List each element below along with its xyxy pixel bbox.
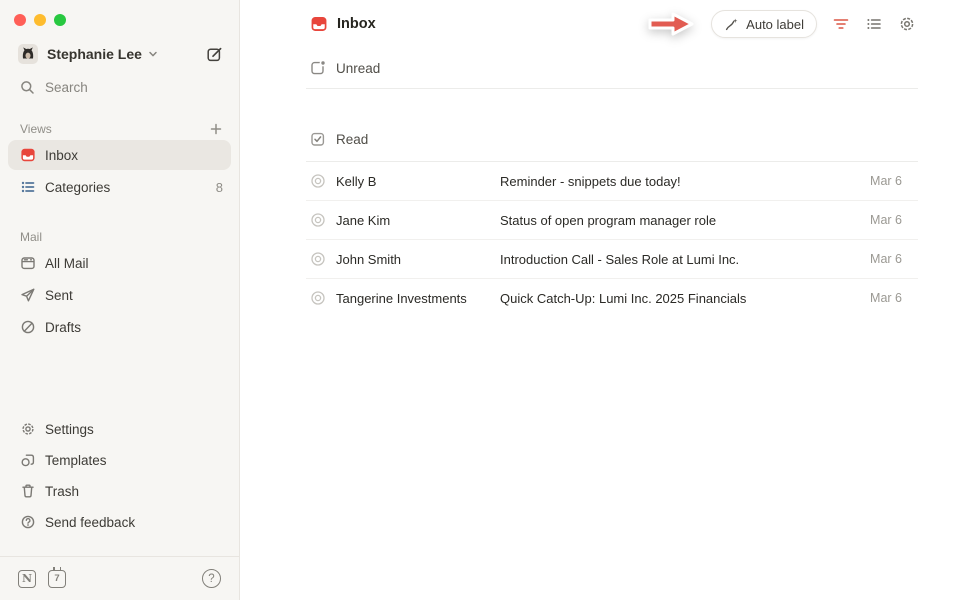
mail-sender: John Smith xyxy=(336,252,500,267)
sidebar-item-all-mail[interactable]: All Mail xyxy=(8,248,231,278)
account-switcher[interactable]: Stephanie Lee xyxy=(0,34,239,68)
inbox-icon xyxy=(20,147,36,163)
question-circle-icon xyxy=(20,514,36,530)
search-icon xyxy=(20,80,35,95)
section-label: Unread xyxy=(336,61,380,76)
sidebar-bottom-group: Settings Templates Trash xyxy=(0,413,239,556)
section-divider xyxy=(306,88,918,89)
compose-icon[interactable] xyxy=(206,46,223,63)
mail-row[interactable]: Kelly B Reminder - snippets due today! M… xyxy=(306,162,918,200)
sidebar-item-label: Trash xyxy=(45,484,79,499)
search-input[interactable]: Search xyxy=(0,68,239,95)
settings-gear-icon[interactable] xyxy=(898,15,916,33)
sidebar-item-drafts[interactable]: Drafts xyxy=(8,312,231,342)
sidebar-item-label: Categories xyxy=(45,180,110,195)
read-status-icon[interactable] xyxy=(310,251,326,267)
mail-subject: Reminder - snippets due today! xyxy=(500,174,858,189)
auto-label-icon xyxy=(724,17,739,32)
sidebar-item-templates[interactable]: Templates xyxy=(8,445,231,475)
filter-icon[interactable] xyxy=(832,15,850,33)
sidebar-item-trash[interactable]: Trash xyxy=(8,476,231,506)
mail-section-header: Mail xyxy=(0,227,239,247)
sidebar-item-label: All Mail xyxy=(45,256,89,271)
search-placeholder: Search xyxy=(45,80,88,95)
sidebar-item-categories[interactable]: Categories 8 xyxy=(8,172,231,202)
sidebar-item-settings[interactable]: Settings xyxy=(8,414,231,444)
list-view-icon[interactable] xyxy=(865,15,883,33)
minimize-window-button[interactable] xyxy=(34,14,46,26)
sidebar-item-sent[interactable]: Sent xyxy=(8,280,231,310)
sidebar-item-label: Templates xyxy=(45,453,107,468)
section-unread[interactable]: Unread xyxy=(306,48,918,88)
gear-icon xyxy=(20,421,36,437)
annotation-arrow-icon xyxy=(645,9,697,39)
checkbox-checked-icon xyxy=(310,131,326,147)
mail-row[interactable]: John Smith Introduction Call - Sales Rol… xyxy=(306,240,918,278)
all-mail-icon xyxy=(20,255,36,271)
categories-icon xyxy=(20,179,36,195)
sidebar-bottom-bar: N 7 ? xyxy=(0,556,239,600)
window-controls xyxy=(0,0,239,34)
main-header: Inbox Auto label xyxy=(240,0,960,48)
drafts-icon xyxy=(20,319,36,335)
calendar-app-icon[interactable]: 7 xyxy=(48,570,66,588)
mail-date: Mar 6 xyxy=(870,252,902,266)
sidebar-item-label: Send feedback xyxy=(45,515,135,530)
notion-app-icon[interactable]: N xyxy=(18,570,36,588)
auto-label-button-label: Auto label xyxy=(746,17,804,32)
sidebar-item-label: Sent xyxy=(45,288,73,303)
inbox-icon xyxy=(310,15,328,33)
section-read[interactable]: Read xyxy=(306,117,918,161)
add-view-button[interactable] xyxy=(209,122,223,136)
section-label: Read xyxy=(336,132,368,147)
user-name: Stephanie Lee xyxy=(47,46,142,62)
mail-date: Mar 6 xyxy=(870,213,902,227)
page-title: Inbox xyxy=(337,16,376,32)
close-window-button[interactable] xyxy=(14,14,26,26)
main-content: Inbox Auto label xyxy=(240,0,960,600)
sidebar-item-inbox[interactable]: Inbox xyxy=(8,140,231,170)
read-status-icon[interactable] xyxy=(310,290,326,306)
unread-icon xyxy=(310,60,326,76)
sidebar: Stephanie Lee Search Views xyxy=(0,0,240,600)
mail-row[interactable]: Tangerine Investments Quick Catch-Up: Lu… xyxy=(306,279,918,317)
mail-date: Mar 6 xyxy=(870,291,902,305)
mail-sender: Kelly B xyxy=(336,174,500,189)
help-icon[interactable]: ? xyxy=(202,569,221,588)
mail-subject: Quick Catch-Up: Lumi Inc. 2025 Financial… xyxy=(500,291,858,306)
sidebar-item-label: Drafts xyxy=(45,320,81,335)
sidebar-item-label: Inbox xyxy=(45,148,78,163)
mail-sender: Jane Kim xyxy=(336,213,500,228)
views-section-header: Views xyxy=(0,119,239,139)
trash-icon xyxy=(20,483,36,499)
mail-date: Mar 6 xyxy=(870,174,902,188)
zoom-window-button[interactable] xyxy=(54,14,66,26)
templates-icon xyxy=(20,452,36,468)
categories-count-badge: 8 xyxy=(216,180,223,195)
mail-list: Unread Read Kelly B Reminder - snippets … xyxy=(306,48,918,317)
read-status-icon[interactable] xyxy=(310,173,326,189)
read-status-icon[interactable] xyxy=(310,212,326,228)
auto-label-button[interactable]: Auto label xyxy=(711,10,817,38)
send-icon xyxy=(20,287,36,303)
mail-subject: Introduction Call - Sales Role at Lumi I… xyxy=(500,252,858,267)
chevron-down-icon xyxy=(148,49,158,59)
sidebar-item-send-feedback[interactable]: Send feedback xyxy=(8,507,231,537)
sidebar-item-label: Settings xyxy=(45,422,94,437)
mail-sender: Tangerine Investments xyxy=(336,291,500,306)
mail-row[interactable]: Jane Kim Status of open program manager … xyxy=(306,201,918,239)
avatar xyxy=(18,44,38,64)
mail-subject: Status of open program manager role xyxy=(500,213,858,228)
